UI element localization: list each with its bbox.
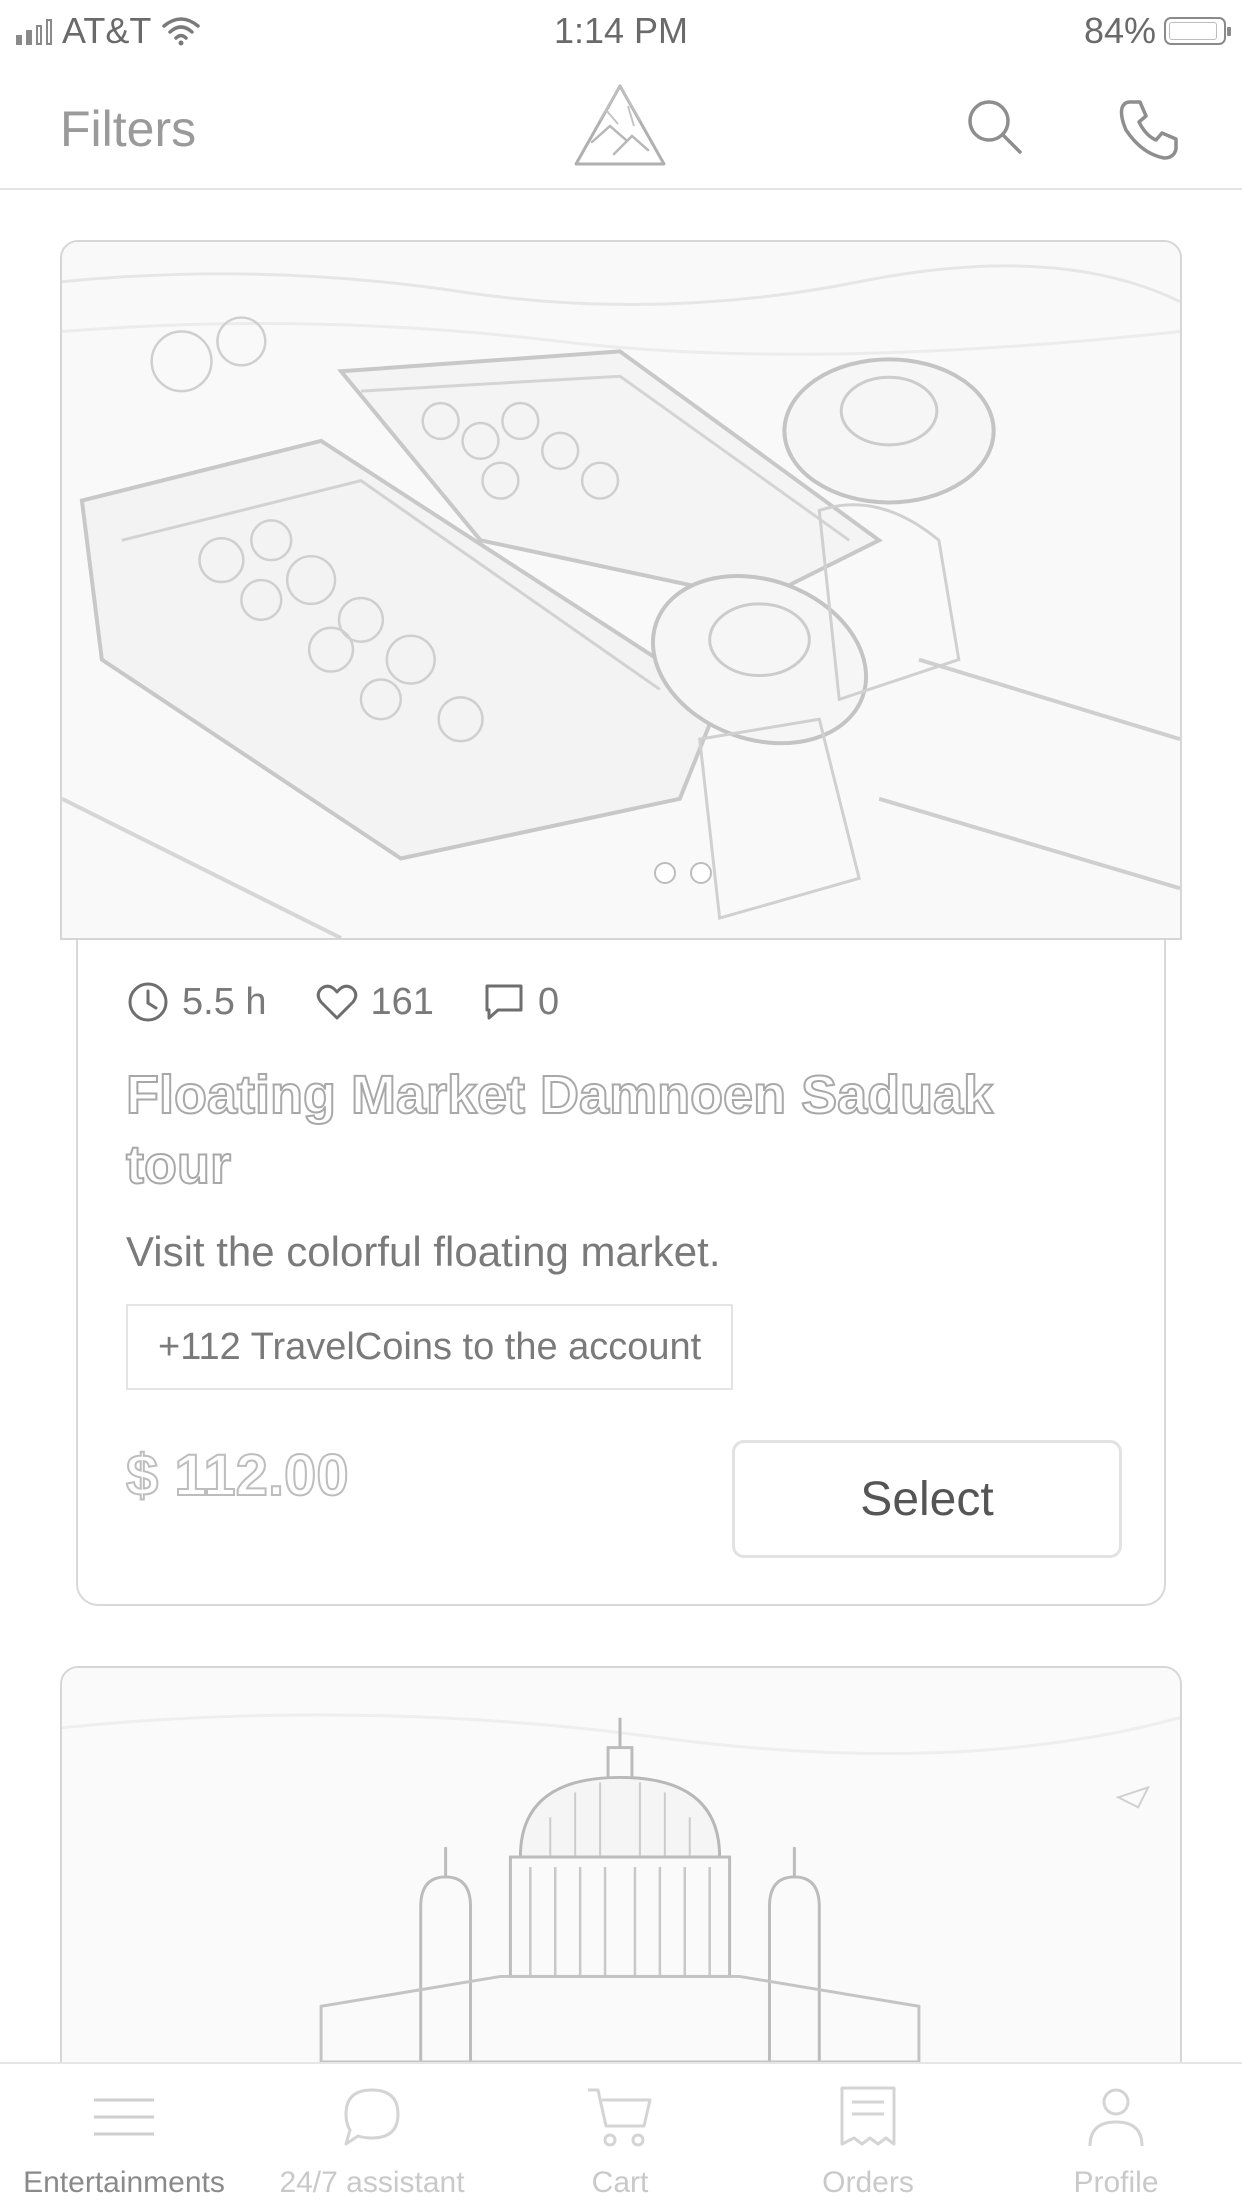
cathedral-dome-photo (62, 1668, 1180, 2062)
tour-price: $ 112.00 (125, 1442, 350, 1509)
cart-icon (588, 2088, 652, 2147)
tour-card: 5.5 h 161 0 Floating Market Damnoen Sadu… (76, 940, 1166, 1606)
battery-icon (1164, 17, 1231, 45)
likes-count: 161 (370, 980, 434, 1023)
tab-label: Orders (822, 2166, 914, 2199)
filters-button[interactable]: Filters (60, 100, 196, 158)
tab-label: Entertainments (23, 2166, 225, 2199)
tab-entertainments[interactable]: Entertainments (0, 2064, 248, 2210)
tab-orders[interactable]: Orders (744, 2064, 992, 2210)
phone-icon[interactable] (1116, 96, 1182, 162)
search-icon[interactable] (964, 96, 1024, 156)
tour-title[interactable]: Floating Market Damnoen Saduak tour (125, 1060, 1026, 1200)
tour-photo-cathedral[interactable] (60, 1666, 1182, 2062)
duration: 5.5 h (126, 980, 267, 1024)
heart-icon[interactable] (315, 980, 359, 1024)
battery-percentage: 84% (1083, 10, 1156, 51)
carousel-page-indicator[interactable] (654, 862, 712, 884)
comment-icon[interactable] (482, 980, 526, 1024)
status-time: 1:14 PM (553, 10, 689, 51)
clock-icon (128, 982, 168, 1022)
tab-label: 24/7 assistant (279, 2166, 465, 2199)
tab-assistant[interactable]: 24/7 assistant (248, 2064, 496, 2210)
likes[interactable]: 161 (315, 980, 434, 1024)
tour-meta-row: 5.5 h 161 0 (126, 980, 607, 1024)
receipt-icon (840, 2086, 896, 2146)
travelcoins-badge: +112 TravelCoins to the account (126, 1304, 734, 1390)
tab-profile[interactable]: Profile (992, 2064, 1240, 2210)
tab-label: Cart (591, 2166, 649, 2199)
person-icon (1088, 2088, 1144, 2147)
tab-cart[interactable]: Cart (496, 2064, 744, 2210)
comments[interactable]: 0 (482, 980, 559, 1024)
chat-bubble-icon (344, 2088, 400, 2146)
carousel-dot[interactable] (654, 862, 676, 884)
triangle-logo-icon (574, 84, 666, 166)
floating-market-photo (62, 242, 1180, 938)
duration-value: 5.5 h (182, 980, 267, 1023)
select-button[interactable]: Select (732, 1440, 1122, 1558)
tour-photo-floating-market[interactable] (60, 240, 1182, 940)
status-bar: AT&T 1:14 PM 84% (0, 0, 1242, 60)
top-navigation-bar: Filters (0, 60, 1242, 190)
carousel-dot[interactable] (690, 862, 712, 884)
comments-count: 0 (537, 980, 560, 1023)
tour-description: Visit the colorful floating market. (126, 1228, 721, 1275)
tab-label: Profile (1073, 2166, 1159, 2199)
status-bar-right: 84% (1083, 10, 1231, 52)
menu-icon (94, 2098, 154, 2136)
bottom-tab-bar: Entertainments 24/7 assistant Cart Order… (0, 2062, 1242, 2208)
